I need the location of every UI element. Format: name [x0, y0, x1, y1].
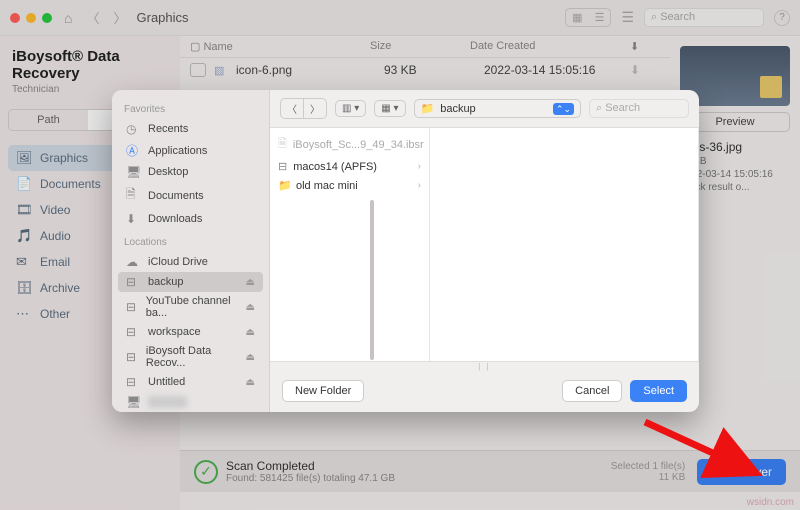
drive-icon: ⊟	[126, 275, 140, 289]
sidebar-downloads[interactable]: ⬇Downloads	[118, 209, 263, 229]
eject-icon[interactable]: ⏏	[246, 377, 255, 388]
sidebar-documents[interactable]: 🗎Documents	[118, 182, 263, 209]
apps-icon: Ⓐ	[126, 142, 140, 159]
harddrive-icon: ⊟	[278, 160, 287, 173]
eject-icon[interactable]: ⏏	[246, 327, 255, 338]
sidebar-section-favorites: Favorites	[124, 104, 257, 115]
save-panel: Favorites ◷Recents ⒶApplications 🖥Deskto…	[112, 90, 699, 412]
sidebar-computer[interactable]: 🖥xxxxxxx	[118, 392, 263, 412]
sidebar-icloud[interactable]: ☁iCloud Drive	[118, 252, 263, 272]
drive-icon: ⊟	[126, 325, 140, 339]
chevron-right-icon: ›	[418, 161, 421, 172]
computer-icon: 🖥	[126, 395, 140, 409]
sidebar-untitled[interactable]: ⊟Untitled⏏	[118, 372, 263, 392]
view-group[interactable]: ▦ ▾	[374, 100, 405, 117]
eject-icon[interactable]: ⏏	[246, 352, 255, 363]
new-folder-button[interactable]: New Folder	[282, 380, 364, 402]
sidebar-workspace[interactable]: ⊟workspace⏏	[118, 322, 263, 342]
chevron-updown-icon: ⌃⌄	[553, 103, 574, 115]
clock-icon: ◷	[126, 122, 140, 136]
browser-item[interactable]: ⊟macos14 (APFS)›	[270, 157, 429, 176]
folder-icon: 📁	[278, 179, 290, 192]
folder-icon: 📁	[421, 102, 435, 115]
resize-handle[interactable]: | |	[270, 362, 699, 370]
drive-icon: ⊟	[126, 300, 138, 314]
cancel-button[interactable]: Cancel	[562, 380, 622, 402]
download-icon: ⬇	[126, 212, 140, 226]
drive-icon: ⊟	[126, 375, 140, 389]
sidebar-recents[interactable]: ◷Recents	[118, 119, 263, 139]
sidebar-youtube[interactable]: ⊟YouTube channel ba...⏏	[118, 292, 263, 322]
sidebar-iboysoft[interactable]: ⊟iBoysoft Data Recov...⏏	[118, 342, 263, 372]
browser-item[interactable]: 🗎iBoysoft_Sc...9_49_34.ibsr	[270, 132, 429, 157]
finder-sidebar: Favorites ◷Recents ⒶApplications 🖥Deskto…	[112, 90, 270, 412]
scrollbar[interactable]	[370, 200, 374, 360]
sheet-search-input[interactable]: ⌕ Search	[589, 99, 689, 118]
cloud-icon: ☁	[126, 255, 140, 269]
view-columns[interactable]: ▥ ▾	[335, 100, 366, 117]
desktop-icon: 🖥	[126, 165, 140, 179]
eject-icon[interactable]: ⏏	[246, 277, 255, 288]
sidebar-section-locations: Locations	[124, 237, 257, 248]
select-button[interactable]: Select	[630, 380, 687, 402]
sidebar-desktop[interactable]: 🖥Desktop	[118, 162, 263, 182]
folder-dropdown[interactable]: 📁 backup ⌃⌄	[414, 99, 582, 118]
drive-icon: ⊟	[126, 350, 138, 364]
watermark: wsidn.com	[747, 497, 794, 508]
document-icon: 🗎	[126, 185, 140, 206]
sidebar-backup[interactable]: ⊟backup⏏	[118, 272, 263, 292]
file-icon: 🗎	[278, 135, 287, 154]
chevron-right-icon: ›	[418, 180, 421, 191]
nav-back-forward[interactable]: 〈〉	[280, 98, 327, 119]
browser-item[interactable]: 📁old mac mini›	[270, 176, 429, 195]
eject-icon[interactable]: ⏏	[246, 302, 255, 313]
sidebar-applications[interactable]: ⒶApplications	[118, 139, 263, 162]
column-browser: 🗎iBoysoft_Sc...9_49_34.ibsr ⊟macos14 (AP…	[270, 128, 699, 362]
